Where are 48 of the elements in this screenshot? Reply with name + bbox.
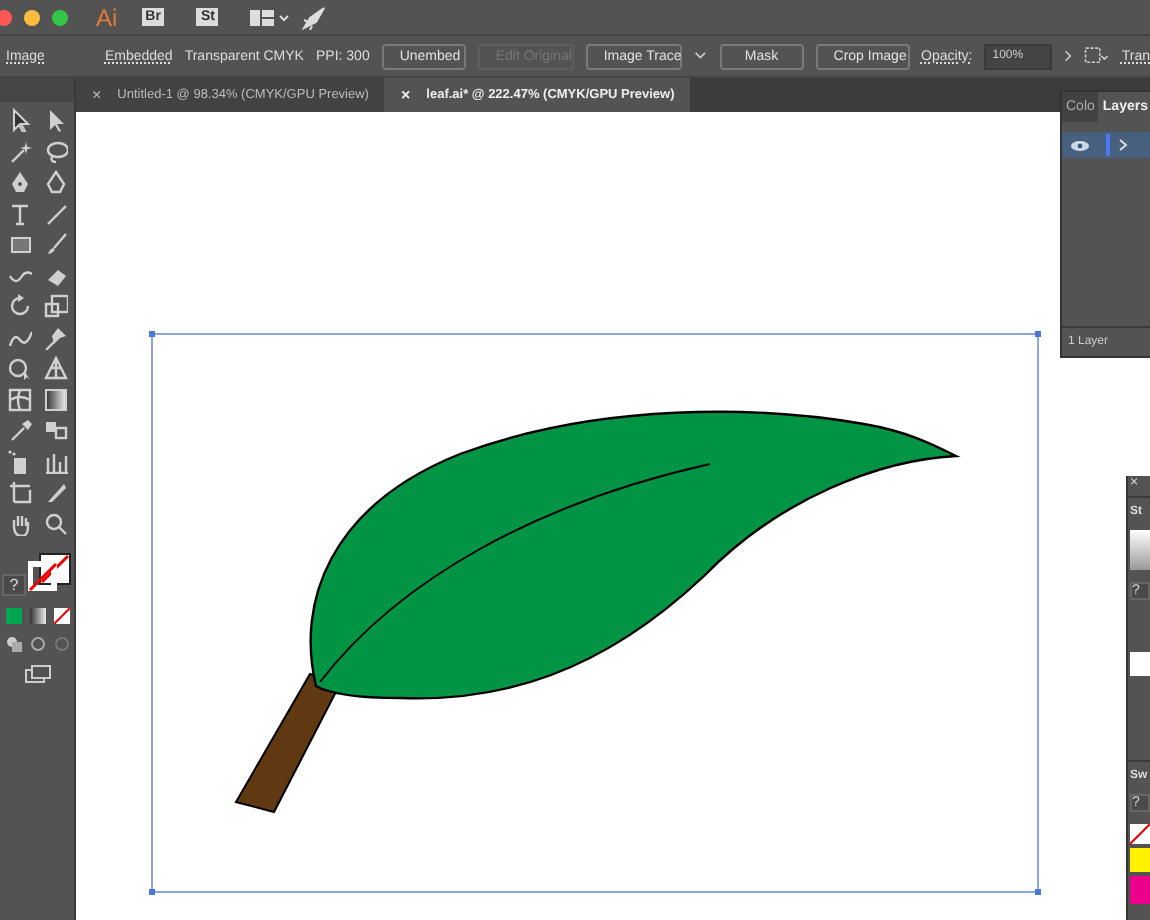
- draw-normal-icon[interactable]: [5, 635, 21, 651]
- eyedropper-icon[interactable]: [7, 418, 31, 442]
- color-swatch-icon[interactable]: [5, 607, 21, 623]
- magic-wand-icon[interactable]: [7, 139, 31, 163]
- artboard-icon[interactable]: [7, 480, 31, 504]
- arrow-icon[interactable]: [7, 108, 31, 132]
- eye-icon[interactable]: [1070, 139, 1090, 151]
- none-swatch-icon[interactable]: [53, 607, 69, 623]
- gradient-swatch-icon[interactable]: [29, 607, 45, 623]
- pen-icon[interactable]: [43, 170, 67, 194]
- color-swatch[interactable]: [1130, 652, 1150, 676]
- rotate-icon[interactable]: [7, 294, 31, 318]
- blend-icon[interactable]: [43, 418, 67, 442]
- caret-icon[interactable]: [694, 50, 708, 62]
- brush-icon[interactable]: [43, 232, 67, 256]
- workspace-icon[interactable]: [250, 7, 291, 27]
- knife-icon[interactable]: [43, 480, 67, 504]
- swatches-drawing[interactable]: [1130, 824, 1150, 904]
- chevron-icon[interactable]: [1118, 138, 1128, 152]
- screen-mode-icon[interactable]: [23, 663, 51, 683]
- minimize-icon[interactable]: [24, 9, 40, 25]
- scale-icon[interactable]: [43, 294, 67, 318]
- rocket-icon[interactable]: [302, 5, 327, 29]
- rectangle-icon[interactable]: [7, 232, 31, 256]
- selection-frame-icon[interactable]: [1084, 44, 1110, 68]
- bar-chart-icon[interactable]: [43, 449, 67, 473]
- gradient-icon[interactable]: [43, 387, 67, 411]
- color-ramp[interactable]: [1130, 530, 1150, 570]
- app-logo: Ai: [96, 3, 118, 31]
- chevron-icon[interactable]: [1063, 48, 1073, 64]
- grid-icon[interactable]: [43, 356, 67, 380]
- layer-row[interactable]: [1062, 132, 1150, 158]
- line-icon[interactable]: [43, 201, 67, 225]
- fill-stroke-icon[interactable]: [28, 551, 73, 595]
- spray-can-icon[interactable]: [7, 449, 31, 473]
- lasso-icon[interactable]: [43, 139, 67, 163]
- type-icon[interactable]: [7, 201, 31, 225]
- search-icon[interactable]: [43, 511, 67, 535]
- pin-icon[interactable]: [43, 325, 67, 349]
- mesh-icon[interactable]: [7, 387, 31, 411]
- tab-close-button[interactable]: ×: [400, 86, 411, 104]
- shape-builder-icon[interactable]: [7, 356, 31, 380]
- tab-close-button[interactable]: ×: [92, 86, 102, 104]
- zoom-icon[interactable]: [52, 9, 68, 25]
- hand-icon[interactable]: [7, 511, 31, 535]
- pen-icon[interactable]: [7, 170, 31, 194]
- help-button[interactable]: ?: [1, 573, 27, 595]
- draw-behind-icon[interactable]: [29, 635, 45, 651]
